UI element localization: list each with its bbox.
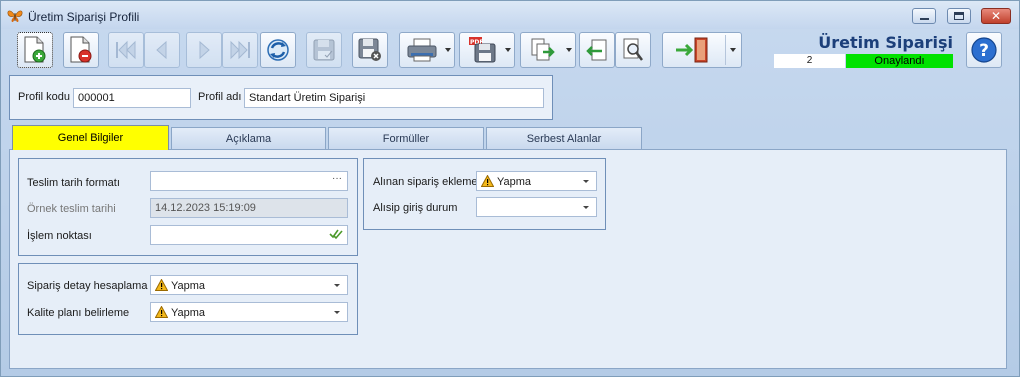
title-bar: Üretim Siparişi Profili ✕ [1,1,1019,29]
quality-plan-label: Kalite planı belirleme [27,307,130,319]
delivery-group: Teslim tarih formatı ··· Örnek teslim ta… [18,158,358,256]
delivery-format-label: Teslim tarih formatı [27,177,120,189]
tab-general[interactable]: Genel Bilgiler [12,125,169,150]
double-check-icon[interactable] [329,227,343,241]
main-window: Üretim Siparişi Profili ✕ PDF Üretim Sip… [0,0,1020,377]
first-record-icon [116,40,136,60]
ellipsis-icon[interactable]: ··· [332,173,342,184]
split-divider [725,35,726,65]
import-button[interactable] [579,32,615,68]
calculation-group: Sipariş detay hesaplama Yapma Kalite pla… [18,263,358,335]
close-button[interactable]: ✕ [981,8,1011,24]
chevron-down-icon [583,206,589,209]
tab-formulas[interactable]: Formüller [328,127,484,149]
quality-plan-combo[interactable]: Yapma [150,302,348,322]
profile-code-field[interactable]: 000001 [73,88,191,108]
quality-plan-value: Yapma [171,307,206,319]
svg-text:?: ? [979,41,989,61]
save-disabled-icon [313,39,335,61]
help-icon: ? [971,37,997,63]
received-order-value: Yapma [497,176,532,188]
warning-icon [155,306,168,318]
new-button[interactable] [17,32,53,68]
order-detail-label: Sipariş detay hesaplama [27,280,148,292]
order-detail-value: Yapma [171,280,206,292]
pdf-save-icon: PDF [469,37,496,63]
chevron-down-icon [505,48,511,52]
pdf-export-button[interactable]: PDF [459,32,515,68]
received-order-label: Alınan sipariş ekleme [373,176,478,188]
save-close-icon [358,38,381,61]
profile-code-label: Profil kodu [18,91,70,103]
first-record-button[interactable] [108,32,144,68]
close-icon: ✕ [990,9,1002,23]
search-document-button[interactable] [615,32,651,68]
import-icon [586,39,607,61]
minimize-icon [919,18,929,20]
status-number: 2 [774,54,845,68]
exit-door-icon [676,37,708,63]
delete-document-icon [70,36,92,63]
next-record-icon [199,40,210,60]
maximize-icon [954,12,964,20]
document-search-icon [623,38,643,61]
profile-name-field[interactable]: Standart Üretim Siparişi [244,88,544,108]
last-record-button[interactable] [222,32,258,68]
chevron-down-icon [566,48,572,52]
delivery-format-field[interactable]: ··· [150,171,348,191]
tab-content-general: Teslim tarih formatı ··· Örnek teslim ta… [9,149,1007,369]
print-icon [407,38,437,62]
delete-button[interactable] [63,32,99,68]
save-button[interactable] [306,32,342,68]
previous-record-icon [156,40,167,60]
chevron-down-icon [334,284,340,287]
tab-description[interactable]: Açıklama [171,127,326,149]
warning-icon [155,279,168,291]
chevron-down-icon [445,48,451,52]
purchase-entry-combo[interactable] [476,197,597,217]
butterfly-icon [7,10,23,22]
exit-button[interactable] [662,32,742,68]
help-button[interactable]: ? [966,32,1002,68]
profile-name-label: Profil adı [198,91,242,103]
tab-custom-fields[interactable]: Serbest Alanlar [486,127,642,149]
warning-icon [481,175,494,187]
orders-group: Alınan sipariş ekleme Yapma Alısip giriş… [363,158,606,230]
previous-record-button[interactable] [144,32,180,68]
export-button[interactable] [520,32,576,68]
export-icon [531,38,555,61]
save-close-button[interactable] [352,32,388,68]
received-order-combo[interactable]: Yapma [476,171,597,191]
print-button[interactable] [399,32,455,68]
sample-date-label: Örnek teslim tarihi [27,203,116,215]
order-detail-combo[interactable]: Yapma [150,275,348,295]
maximize-button[interactable] [947,8,971,24]
new-document-icon [24,36,46,63]
process-point-field[interactable] [150,225,348,245]
next-record-button[interactable] [186,32,222,68]
last-record-icon [230,40,250,60]
chevron-down-icon [334,311,340,314]
refresh-button[interactable] [260,32,296,68]
status-badge: Onaylandı [846,54,953,68]
window-title: Üretim Siparişi Profili [28,10,140,24]
sample-date-field: 14.12.2023 15:19:09 [150,198,348,218]
profile-panel: Profil kodu 000001 Profil adı Standart Ü… [9,75,553,120]
purchase-entry-label: Alısip giriş durum [373,202,458,214]
refresh-icon [267,39,289,61]
process-point-label: İşlem noktası [27,230,92,242]
chevron-down-icon [730,48,736,52]
chevron-down-icon [583,180,589,183]
minimize-button[interactable] [912,8,936,24]
